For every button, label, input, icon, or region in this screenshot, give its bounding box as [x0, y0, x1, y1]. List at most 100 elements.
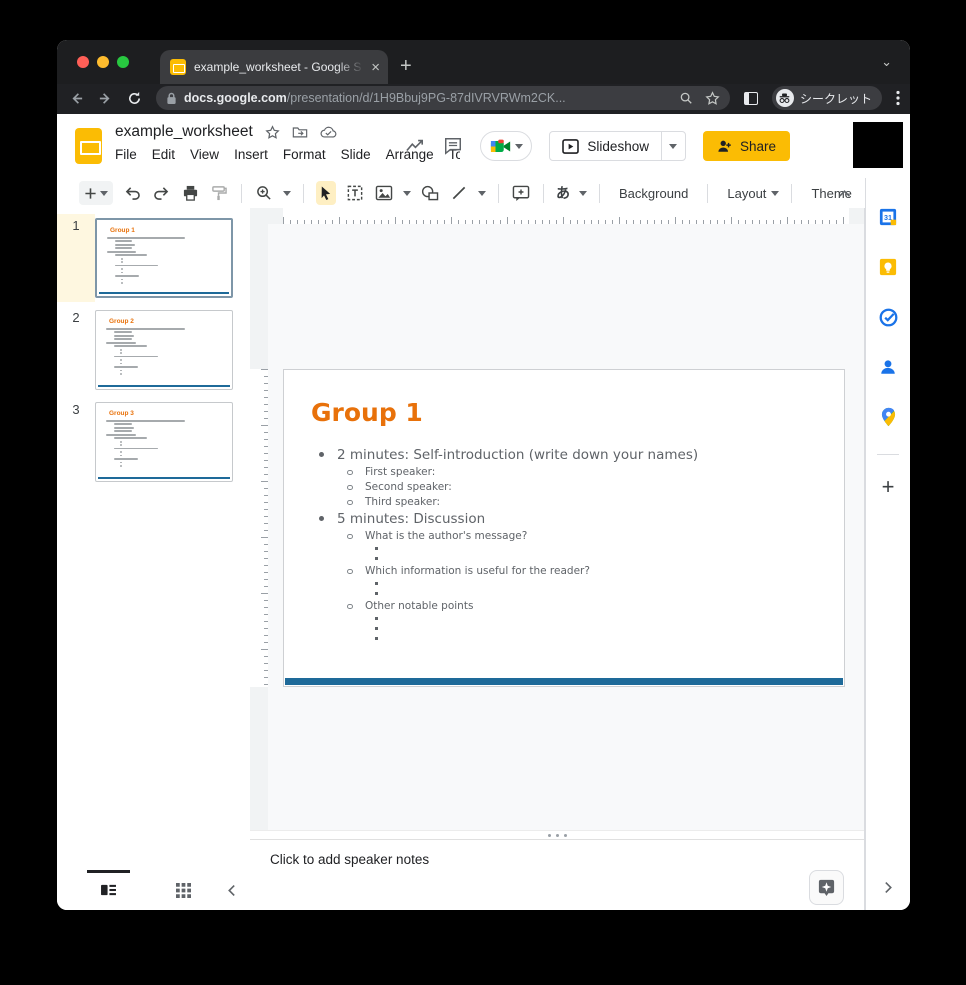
bullet-text: Second speaker:: [365, 481, 452, 493]
slide-thumbnail[interactable]: Group 2: [95, 310, 233, 390]
menu-item[interactable]: Insert: [234, 147, 268, 162]
slide-thumbnail[interactable]: Group 1: [95, 218, 233, 298]
menu-item[interactable]: File: [115, 147, 137, 162]
back-icon[interactable]: [69, 91, 84, 106]
menu-item[interactable]: Edit: [152, 147, 175, 162]
filmstrip-footer: [57, 870, 250, 910]
background-button[interactable]: Background: [612, 186, 695, 201]
slideshow-button[interactable]: Slideshow: [549, 131, 686, 161]
hide-side-panel-chevron-icon[interactable]: [884, 881, 893, 894]
grid-view-button[interactable]: [146, 870, 221, 910]
menu-item[interactable]: Slide: [341, 147, 371, 162]
minimize-window-button[interactable]: [97, 56, 109, 68]
bullet-text: First speaker:: [365, 466, 435, 478]
search-icon[interactable]: [679, 91, 693, 105]
cloud-saved-icon[interactable]: [320, 126, 337, 139]
zoom-button[interactable]: [254, 181, 274, 205]
slide-number: 1: [57, 214, 95, 302]
menu-item[interactable]: Format: [283, 147, 326, 162]
reload-icon[interactable]: [127, 91, 142, 106]
select-tool-button[interactable]: [316, 181, 336, 205]
insert-shape-icon[interactable]: [420, 181, 440, 205]
edit-toolbar: あ Background Layout Theme Transition: [57, 178, 865, 208]
activity-trend-icon[interactable]: [404, 137, 426, 155]
slideshow-dropdown[interactable]: [661, 132, 685, 160]
current-slide[interactable]: Group 1 2 minutes: Self-introduction (wr…: [283, 369, 845, 687]
zoom-caret[interactable]: [283, 191, 291, 196]
insert-line-icon[interactable]: [449, 181, 469, 205]
bullet-line[interactable]: [284, 623, 844, 633]
slides-logo-icon[interactable]: [75, 128, 102, 164]
side-panel-icon[interactable]: [744, 92, 758, 105]
slide-thumbnail[interactable]: Group 3: [95, 402, 233, 482]
slide-thumbnail-row[interactable]: 2 Group 2: [57, 310, 250, 390]
calendar-icon[interactable]: 31: [866, 192, 910, 242]
browser-tab[interactable]: example_worksheet - Google S ×: [160, 50, 388, 84]
meet-dropdown-caret[interactable]: [515, 144, 523, 149]
new-slide-button[interactable]: [79, 181, 113, 205]
share-button[interactable]: Share: [703, 131, 790, 161]
bullet-line[interactable]: Third speaker:: [284, 494, 844, 509]
input-tools-caret[interactable]: [579, 191, 587, 196]
undo-icon[interactable]: [122, 181, 142, 205]
bullet-line[interactable]: Second speaker:: [284, 479, 844, 494]
redo-icon[interactable]: [151, 181, 171, 205]
bullet-line[interactable]: Which information is useful for the read…: [284, 563, 844, 578]
bullet-line[interactable]: [284, 633, 844, 643]
new-slide-caret[interactable]: [100, 191, 108, 196]
tab-search-chevron-icon[interactable]: ⌄: [881, 54, 892, 70]
slide-number: 2: [57, 306, 95, 394]
document-title[interactable]: example_worksheet: [115, 123, 253, 141]
paint-format-icon[interactable]: [209, 181, 229, 205]
line-caret[interactable]: [478, 191, 486, 196]
hide-menus-chevron-icon[interactable]: [838, 189, 851, 198]
star-document-icon[interactable]: [265, 125, 280, 140]
new-tab-button[interactable]: +: [400, 56, 412, 76]
insert-comment-icon[interactable]: [511, 181, 531, 205]
get-addons-button[interactable]: +: [882, 467, 895, 507]
menu-item[interactable]: View: [190, 147, 219, 162]
collapse-filmstrip-chevron-icon[interactable]: [227, 884, 236, 897]
notes-resize-handle[interactable]: [250, 830, 864, 840]
bullet-line[interactable]: First speaker:: [284, 464, 844, 479]
speaker-notes-panel[interactable]: Click to add speaker notes: [250, 840, 864, 910]
bullet-line[interactable]: What is the author's message?: [284, 528, 844, 543]
meet-call-button[interactable]: [480, 131, 532, 161]
address-bar[interactable]: docs.google.com /presentation/d/1H9Bbuj9…: [156, 86, 730, 110]
slide-title[interactable]: Group 1: [311, 398, 844, 427]
insert-image-icon[interactable]: [374, 181, 394, 205]
bullet-line[interactable]: 2 minutes: Self-introduction (write down…: [284, 445, 844, 464]
image-caret[interactable]: [403, 191, 411, 196]
account-avatar[interactable]: [853, 122, 903, 168]
slide-thumbnail-row[interactable]: 3 Group 3: [57, 402, 250, 482]
close-window-button[interactable]: [77, 56, 89, 68]
bullet-line[interactable]: [284, 613, 844, 623]
maps-icon[interactable]: [866, 392, 910, 442]
print-icon[interactable]: [180, 181, 200, 205]
tasks-icon[interactable]: [866, 292, 910, 342]
explore-button[interactable]: [809, 870, 844, 905]
bookmark-star-icon[interactable]: [705, 91, 720, 106]
speaker-notes-placeholder[interactable]: Click to add speaker notes: [270, 852, 429, 867]
bullet-line[interactable]: [284, 588, 844, 598]
browser-menu-icon[interactable]: [896, 90, 900, 106]
bullet-line[interactable]: [284, 578, 844, 588]
bullet-line[interactable]: 5 minutes: Discussion: [284, 509, 844, 528]
bullet-line[interactable]: [284, 553, 844, 563]
slide-body-text[interactable]: 2 minutes: Self-introduction (write down…: [284, 445, 844, 643]
move-to-folder-icon[interactable]: [292, 125, 308, 139]
input-tools-icon[interactable]: あ: [556, 183, 570, 203]
filmstrip-view-button[interactable]: [71, 870, 146, 910]
comments-icon[interactable]: [443, 136, 463, 156]
slide-thumbnail-row[interactable]: 1 Group 1: [57, 218, 250, 298]
forward-icon[interactable]: [98, 91, 113, 106]
text-box-icon[interactable]: [345, 181, 365, 205]
bullet-line[interactable]: [284, 543, 844, 553]
keep-icon[interactable]: [866, 242, 910, 292]
slide-canvas[interactable]: Group 1 2 minutes: Self-introduction (wr…: [250, 224, 864, 830]
bullet-line[interactable]: Other notable points: [284, 598, 844, 613]
layout-button[interactable]: Layout: [720, 186, 779, 201]
tab-close-icon[interactable]: ×: [371, 60, 380, 75]
zoom-window-button[interactable]: [117, 56, 129, 68]
contacts-icon[interactable]: [866, 342, 910, 392]
